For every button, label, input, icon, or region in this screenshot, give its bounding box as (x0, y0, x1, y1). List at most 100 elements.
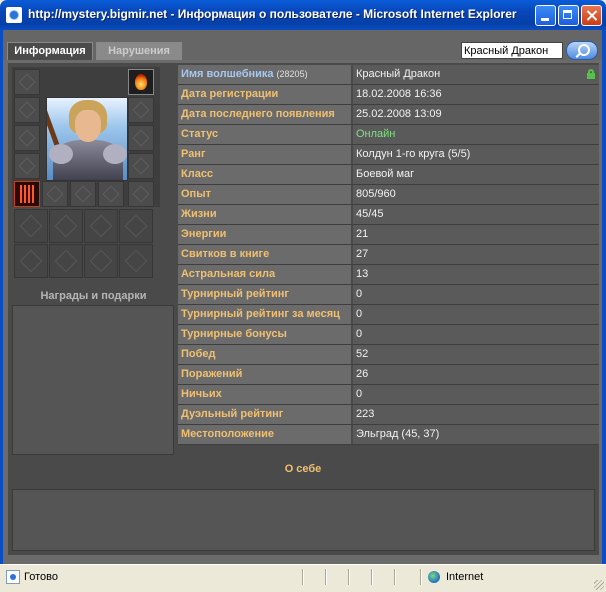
row-value: 0 (353, 325, 599, 344)
profile-table: Имя волшебника (28205) Красный Дракон Дат… (178, 65, 599, 445)
wizard-name-label: Имя волшебника (28205) (178, 65, 351, 84)
equipment-slot[interactable] (128, 97, 154, 123)
row-value: Боевой маг (353, 165, 599, 184)
globe-icon (428, 571, 440, 583)
avatar (46, 97, 128, 181)
row-value: 21 (353, 225, 599, 244)
row-label: Класс (178, 165, 351, 184)
tab-violations[interactable]: Нарушения (96, 42, 182, 60)
row-value: 25.02.2008 13:09 (353, 105, 599, 124)
table-row: Энергии 21 (178, 225, 599, 245)
claw-icon (20, 185, 34, 203)
row-label: Турнирные бонусы (178, 325, 351, 344)
row-label: Ранг (178, 145, 351, 164)
table-row: Статус Онлайн (178, 125, 599, 145)
table-row: Ранг Колдун 1-го круга (5/5) (178, 145, 599, 165)
page-icon (6, 570, 20, 584)
table-row: Турнирные бонусы 0 (178, 325, 599, 345)
bag-slot[interactable] (14, 244, 48, 278)
row-value: 18.02.2008 16:36 (353, 85, 599, 104)
wizard-name-value: Красный Дракон (353, 65, 599, 84)
bag-slot[interactable] (119, 209, 153, 243)
table-row: Класс Боевой маг (178, 165, 599, 185)
row-value: 0 (353, 285, 599, 304)
equipment-slot[interactable] (14, 153, 40, 179)
about-title: О себе (284, 463, 322, 475)
equipment-slot[interactable] (128, 153, 154, 179)
equipment-slot[interactable] (14, 97, 40, 123)
equipment-slot[interactable] (42, 181, 68, 207)
equipment-slot[interactable] (128, 125, 154, 151)
table-row: Имя волшебника (28205) Красный Дракон (178, 65, 599, 85)
main-panel: Награды и подарки Имя волшебника (28205) … (8, 63, 599, 555)
table-row: Дата регистрации 18.02.2008 16:36 (178, 85, 599, 105)
row-label: Ничьих (178, 385, 351, 404)
bag-slot[interactable] (119, 244, 153, 278)
fire-icon (135, 74, 147, 90)
status-value: Онлайн (353, 125, 599, 144)
equipment-slot-claw[interactable] (14, 181, 40, 207)
maximize-button[interactable] (558, 5, 579, 26)
window-title: http://mystery.bigmir.net - Информация о… (28, 7, 517, 21)
row-value: 45/45 (353, 205, 599, 224)
row-label: Жизни (178, 205, 351, 224)
row-label: Энергии (178, 225, 351, 244)
table-row: Турнирный рейтинг за месяц 0 (178, 305, 599, 325)
title-bar: http://mystery.bigmir.net - Информация о… (0, 0, 606, 30)
table-row: Дата последнего появления 25.02.2008 13:0… (178, 105, 599, 125)
minimize-button[interactable] (535, 5, 556, 26)
close-button[interactable] (581, 5, 602, 26)
status-text: Готово (24, 571, 58, 583)
row-value: 27 (353, 245, 599, 264)
table-row: Жизни 45/45 (178, 205, 599, 225)
search-input[interactable]: Красный Дракон (461, 42, 563, 59)
equipment-slot[interactable] (14, 69, 40, 95)
tab-bar: Информация Нарушения Красный Дракон (3, 30, 602, 60)
row-value: 805/960 (353, 185, 599, 204)
status-bar: Готово Internet (0, 564, 606, 592)
resize-grip[interactable] (594, 580, 604, 590)
row-value: 52 (353, 345, 599, 364)
row-label: Дата регистрации (178, 85, 351, 104)
wizard-id: (28205) (276, 69, 308, 79)
window-frame: Информация Нарушения Красный Дракон Нагр… (0, 30, 606, 564)
table-row: Астральная сила 13 (178, 265, 599, 285)
table-row: Ничьих 0 (178, 385, 599, 405)
table-row: Опыт 805/960 (178, 185, 599, 205)
search-button[interactable] (566, 41, 598, 60)
bag-slot[interactable] (49, 209, 83, 243)
row-label: Дуэльный рейтинг (178, 405, 351, 424)
row-label: Поражений (178, 365, 351, 384)
bag-slot[interactable] (49, 244, 83, 278)
page-content: Информация Нарушения Красный Дракон Нагр… (3, 30, 602, 564)
row-label: Статус (178, 125, 351, 144)
row-label: Опыт (178, 185, 351, 204)
row-label: Местоположение (178, 425, 351, 444)
equipment-slot[interactable] (14, 125, 40, 151)
row-label: Дата последнего появления (178, 105, 351, 124)
equipment-slot[interactable] (98, 181, 124, 207)
row-value: Колдун 1-го круга (5/5) (353, 145, 599, 164)
row-value: 0 (353, 305, 599, 324)
equipment-slot-fire[interactable] (128, 69, 154, 95)
equipment-slot[interactable] (70, 181, 96, 207)
awards-title: Награды и подарки (40, 290, 147, 302)
row-label: Турнирный рейтинг (178, 285, 351, 304)
awards-box (12, 305, 174, 455)
row-label: Свитков в книге (178, 245, 351, 264)
table-row: Побед 52 (178, 345, 599, 365)
bag-slots (12, 209, 160, 281)
lock-icon (587, 69, 595, 79)
table-row: Турнирный рейтинг 0 (178, 285, 599, 305)
bag-slot[interactable] (84, 244, 118, 278)
bag-slot[interactable] (14, 209, 48, 243)
row-label: Побед (178, 345, 351, 364)
row-value: 0 (353, 385, 599, 404)
row-label: Астральная сила (178, 265, 351, 284)
table-row: Поражений 26 (178, 365, 599, 385)
tab-info[interactable]: Информация (7, 42, 93, 60)
equipment-slot[interactable] (128, 181, 154, 207)
bag-slot[interactable] (84, 209, 118, 243)
about-box (12, 489, 595, 551)
row-value: 223 (353, 405, 599, 424)
